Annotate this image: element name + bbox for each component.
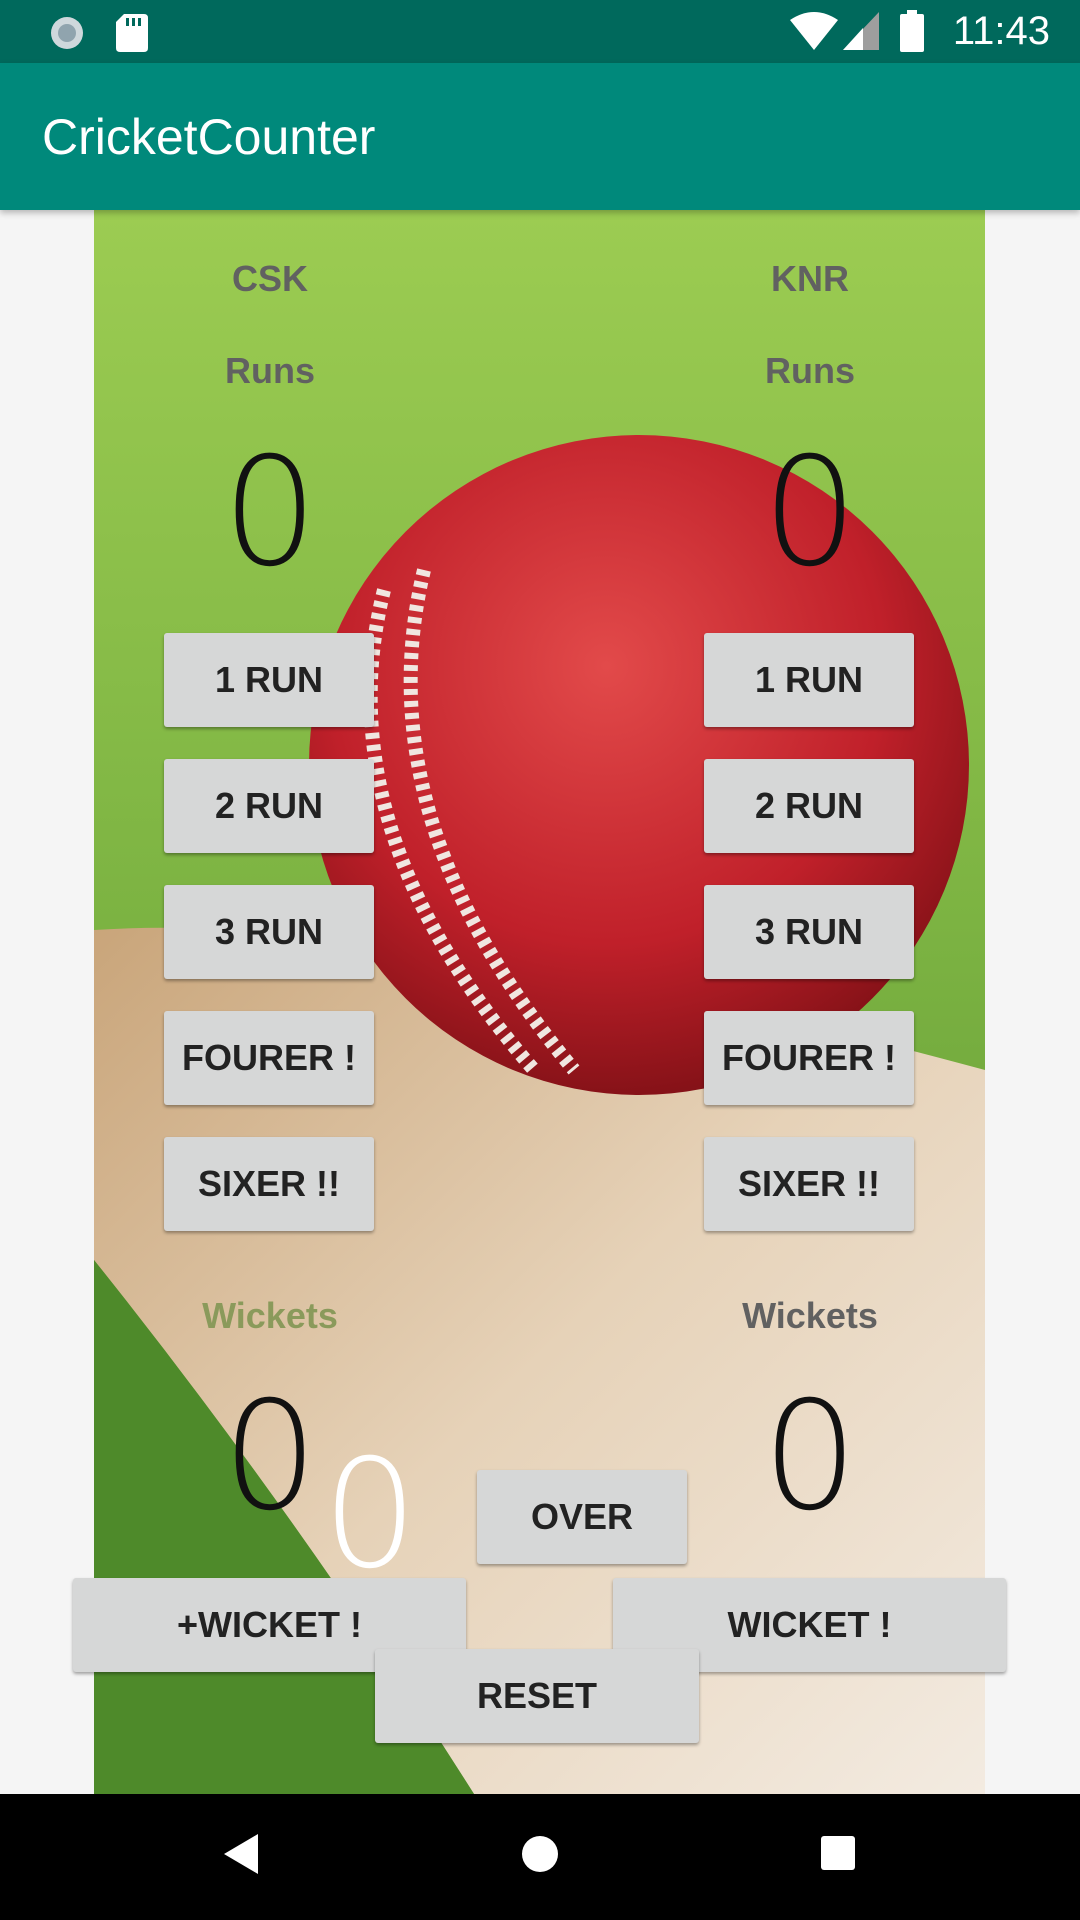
back-icon[interactable] (224, 1834, 258, 1879)
navigation-bar (0, 1794, 1080, 1920)
team-a-wickets-label: Wickets (202, 1295, 338, 1336)
team-a-runs-label: Runs (225, 350, 315, 391)
team-b-2-run-button[interactable]: 2 RUN (704, 759, 914, 853)
team-a-2-run-button[interactable]: 2 RUN (164, 759, 374, 853)
clock: 11:43 (952, 9, 1050, 53)
team-b-runs-label: Runs (765, 350, 855, 391)
over-count: 0 (322, 1428, 418, 1602)
team-b-wickets-label: Wickets (742, 1295, 878, 1336)
signal-icon (843, 12, 879, 55)
app-bar: CricketCounter (0, 63, 1080, 210)
app-title: CricketCounter (42, 109, 376, 165)
team-a-1-run-button[interactable]: 1 RUN (164, 633, 374, 727)
team-b-wickets: 0 (762, 1370, 858, 1544)
team-a-four-button[interactable]: FOURER ! (164, 1011, 374, 1105)
team-a-3-run-button[interactable]: 3 RUN (164, 885, 374, 979)
team-a-runs: 0 (222, 426, 318, 600)
team-a-name: CSK (231, 258, 308, 299)
team-b-six-button[interactable]: SIXER !! (704, 1137, 914, 1231)
team-a-six-button[interactable]: SIXER !! (164, 1137, 374, 1231)
team-b-name: KNR (771, 258, 849, 299)
battery-icon (900, 10, 924, 57)
team-b-runs: 0 (762, 426, 858, 600)
home-icon[interactable] (520, 1834, 560, 1879)
recents-icon[interactable] (821, 1836, 855, 1875)
team-b-1-run-button[interactable]: 1 RUN (704, 633, 914, 727)
team-b-3-run-button[interactable]: 3 RUN (704, 885, 914, 979)
scoreboard-area: CSK Runs 0 1 RUN 2 RUN 3 RUN FOURER ! SI… (94, 210, 985, 1794)
wifi-icon (790, 12, 838, 55)
status-bar: 11:43 (0, 0, 1080, 63)
sd-card-icon (116, 14, 148, 57)
sync-icon (48, 14, 86, 57)
team-b-four-button[interactable]: FOURER ! (704, 1011, 914, 1105)
over-button[interactable]: OVER (477, 1470, 687, 1564)
reset-button[interactable]: RESET (375, 1649, 699, 1743)
